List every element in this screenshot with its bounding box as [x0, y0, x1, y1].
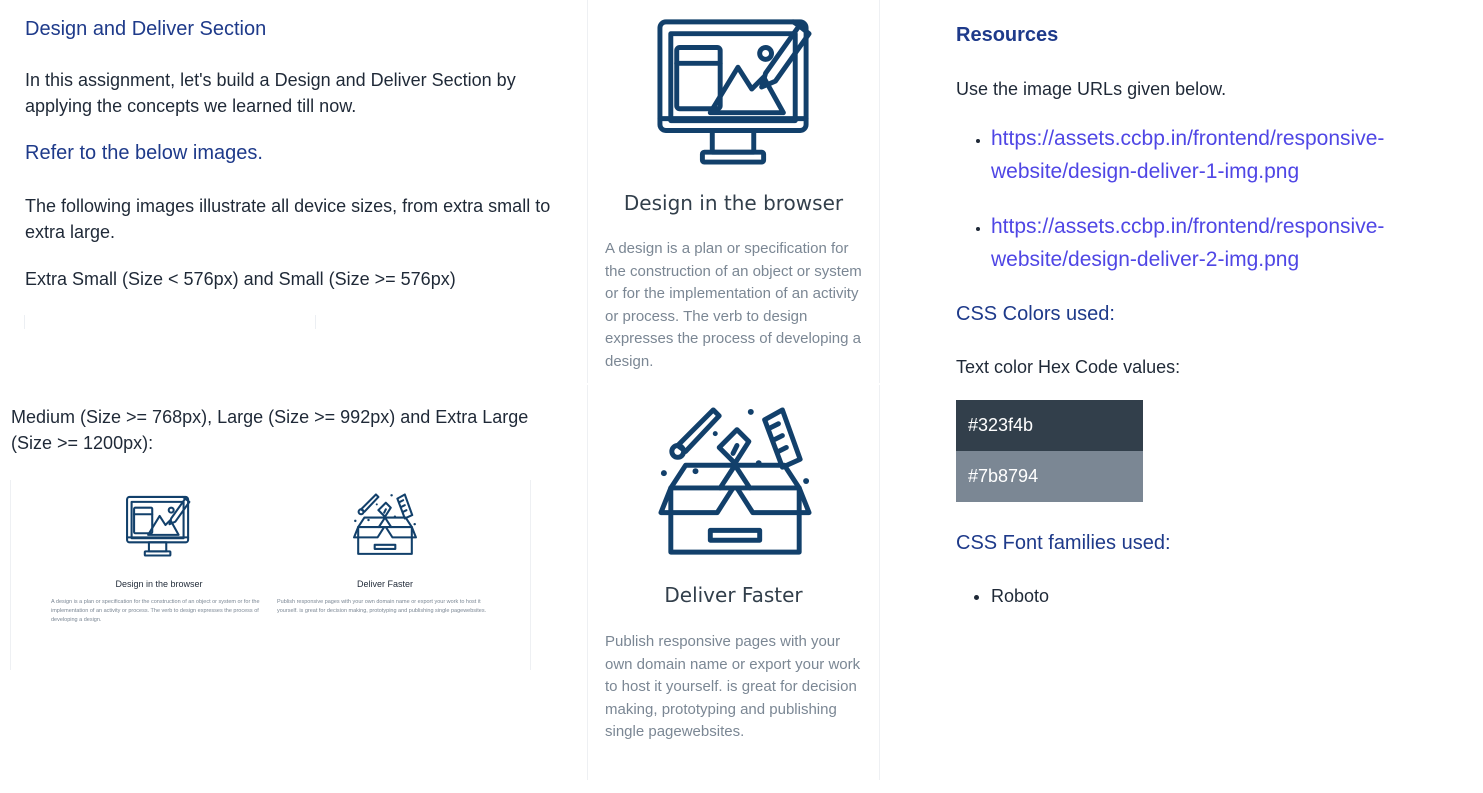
preview-card-title: Deliver Faster [356, 579, 413, 589]
image-url-link[interactable]: https://assets.ccbp.in/frontend/responsi… [991, 122, 1461, 188]
device-sizes-text: The following images illustrate all devi… [25, 196, 551, 242]
card-title: Design in the browser [623, 191, 844, 215]
refer-heading: Refer to the below images. [25, 142, 263, 164]
monitor-design-icon [655, 10, 813, 168]
font-item: Roboto [991, 583, 1049, 609]
card-description: Publish responsive pages with your own d… [605, 633, 861, 740]
md-size-label: Medium (Size >= 768px), Large (Size >= 9… [11, 407, 529, 453]
preview-card-text: Publish responsive pages with your own d… [277, 599, 487, 614]
url-list: https://assets.ccbp.in/frontend/responsi… [956, 122, 1461, 188]
card-title: Deliver Faster [664, 583, 803, 607]
css-fonts-heading: CSS Font families used: [956, 532, 1171, 554]
delivery-box-icon [352, 492, 418, 558]
xs-size-label: Extra Small (Size < 576px) and Small (Si… [25, 269, 456, 289]
section-title: Design and Deliver Section [25, 18, 267, 40]
monitor-design-icon [125, 492, 191, 558]
resources-description: Use the image URLs given below. [956, 79, 1227, 99]
url-list: https://assets.ccbp.in/frontend/responsi… [956, 210, 1461, 276]
large-screen-preview: Design in the browser A design is a plan… [10, 480, 531, 670]
divider [24, 315, 25, 329]
resources-heading: Resources [956, 24, 1059, 46]
color-swatch: #7b8794 [956, 451, 1143, 502]
intro-text: In this assignment, let's build a Design… [25, 70, 516, 116]
card-design-in-browser: Design in the browser A design is a plan… [587, 0, 880, 383]
delivery-box-icon [656, 403, 814, 563]
card-deliver-faster: Deliver Faster Publish responsive pages … [587, 385, 880, 780]
preview-card-text: A design is a plan or specification for … [51, 599, 260, 623]
image-url-link[interactable]: https://assets.ccbp.in/frontend/responsi… [991, 210, 1461, 276]
css-colors-heading: CSS Colors used: [956, 303, 1115, 325]
font-list: Roboto [956, 583, 1049, 609]
color-swatch: #323f4b [956, 400, 1143, 451]
hex-codes-label: Text color Hex Code values: [956, 357, 1181, 377]
preview-card-title: Design in the browser [115, 579, 203, 589]
card-description: A design is a plan or specification for … [605, 240, 862, 370]
divider [315, 315, 316, 329]
